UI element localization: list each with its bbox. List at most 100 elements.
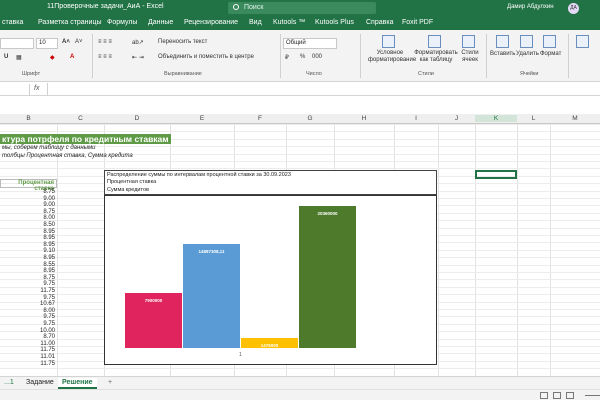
underline-icon[interactable]: U xyxy=(4,54,8,60)
delete-button[interactable]: Удалить xyxy=(516,51,539,57)
conditional-format-button[interactable]: Условное форматирование xyxy=(368,50,416,64)
cell-styles-icon[interactable] xyxy=(462,35,475,48)
menu-data[interactable]: Данные xyxy=(148,19,173,26)
rate-value-cell[interactable]: 8.75 xyxy=(0,209,55,215)
format-table-button[interactable]: Форматировать как таблицу xyxy=(414,50,458,64)
conditional-format-icon[interactable] xyxy=(382,35,395,48)
thousands-button[interactable]: 000 xyxy=(312,54,322,60)
col-header[interactable]: H xyxy=(334,115,394,122)
indent-icon[interactable]: ⇤ ⇥ xyxy=(132,54,144,61)
rate-value-cell[interactable]: 9.00 xyxy=(0,196,55,202)
rate-value-cell[interactable]: 8.95 xyxy=(0,242,55,248)
align-left-icon[interactable]: ≡ ≡ ≡ xyxy=(98,54,112,60)
rate-value-cell[interactable]: 9.75 xyxy=(0,321,55,327)
tab-previous[interactable]: ...1 xyxy=(0,378,18,389)
table-cell-5[interactable]: Более 12% 0 xyxy=(394,179,437,195)
table-row-label[interactable]: Сумма кредитов xyxy=(107,187,149,193)
menu-review[interactable]: Рецензирование xyxy=(184,19,238,26)
fill-color-icon[interactable]: ◆ xyxy=(50,54,55,61)
sort-filter-icon[interactable] xyxy=(576,35,589,48)
rate-value-cell[interactable]: 11.75 xyxy=(0,361,55,367)
font-color-icon[interactable]: A xyxy=(70,54,74,60)
font-size-box[interactable]: 10 xyxy=(36,38,58,49)
rate-value-cell[interactable]: 11.00 xyxy=(0,341,55,347)
col-header[interactable]: K xyxy=(475,115,517,122)
align-top-icon[interactable]: ≡ ≡ ≡ xyxy=(98,39,112,45)
rate-value-cell[interactable]: 8.95 xyxy=(0,255,55,261)
col-header[interactable]: G xyxy=(286,115,334,122)
merge-center-button[interactable]: Объединить и поместить в центре xyxy=(158,54,254,60)
bar-chart[interactable]: 7900000 14887308,11 1476000 20360000 1 xyxy=(104,195,437,365)
menu-kutools[interactable]: Kutools ™ xyxy=(273,19,305,26)
rate-value-cell[interactable]: 10.67 xyxy=(0,301,55,307)
grow-font-icon[interactable]: A˄ xyxy=(62,39,70,45)
table-cell-4[interactable]: От 10% до 12% 20360000 xyxy=(334,179,394,195)
normal-view-icon[interactable] xyxy=(540,392,548,399)
chart-bar[interactable] xyxy=(183,244,240,348)
format-cells-icon[interactable] xyxy=(543,35,556,48)
avatar[interactable]: ДА xyxy=(568,3,579,14)
rate-value-cell[interactable]: 8.00 xyxy=(0,215,55,221)
insert-cells-icon[interactable] xyxy=(496,35,509,48)
table-row-label[interactable]: Процентная ставка xyxy=(107,179,156,185)
name-box[interactable] xyxy=(0,84,30,95)
rate-value-cell[interactable]: 8.50 xyxy=(0,222,55,228)
rate-value-cell[interactable]: 8.95 xyxy=(0,229,55,235)
zoom-slider[interactable] xyxy=(585,395,600,396)
menu-formulas[interactable]: Формулы xyxy=(107,19,137,26)
rate-value-cell[interactable]: 10.00 xyxy=(0,328,55,334)
sheet-title[interactable]: ктура потрфеля по кредитным ставкам xyxy=(0,134,171,144)
page-break-view-icon[interactable] xyxy=(566,392,574,399)
table-cell-1[interactable]: Менее 8,5% 7900000 xyxy=(169,179,234,195)
user-name[interactable]: Дамир Абдулхин xyxy=(507,4,554,10)
currency-icon[interactable]: ₽ xyxy=(285,54,289,61)
tab-zadanie[interactable]: Задание xyxy=(22,378,58,389)
rate-value-cell[interactable]: 9.75 xyxy=(0,281,55,287)
selected-cell[interactable] xyxy=(475,170,517,179)
col-header[interactable]: D xyxy=(104,115,170,122)
fx-icon[interactable]: fx xyxy=(34,85,39,92)
format-table-icon[interactable] xyxy=(428,35,441,48)
col-header[interactable]: F xyxy=(234,115,286,122)
rate-value-cell[interactable]: 9.75 xyxy=(0,295,55,301)
rate-value-cell[interactable]: 8.95 xyxy=(0,268,55,274)
insert-button[interactable]: Вставить xyxy=(490,51,515,57)
percent-button[interactable]: % xyxy=(300,54,305,60)
col-header[interactable]: L xyxy=(517,115,550,122)
wrap-text-button[interactable]: Переносить текст xyxy=(158,39,207,45)
rate-value-cell[interactable]: 8.75 xyxy=(0,275,55,281)
delete-cells-icon[interactable] xyxy=(520,35,533,48)
shrink-font-icon[interactable]: A˅ xyxy=(75,39,83,45)
rate-value-cell[interactable]: 8.75 xyxy=(0,189,55,195)
menu-foxit[interactable]: Foxit PDF xyxy=(402,19,433,26)
tab-reshenie[interactable]: Решение xyxy=(58,378,97,389)
menu-help[interactable]: Справка xyxy=(366,19,393,26)
rate-value-cell[interactable]: 11.01 xyxy=(0,354,55,360)
menu-view[interactable]: Вид xyxy=(249,19,262,26)
page-layout-view-icon[interactable] xyxy=(553,392,561,399)
orientation-icon[interactable]: ab↗ xyxy=(132,39,144,46)
note-line-1[interactable]: мы, соберем таблицу с данными xyxy=(2,145,95,151)
table-cell-3[interactable]: От 9% до 10% 1476000 xyxy=(286,179,334,195)
font-name-box[interactable] xyxy=(0,38,34,49)
table-cell-2[interactable]: От 8,5% до 9% 14887308,11 xyxy=(234,179,286,195)
rate-value-cell[interactable]: 8.70 xyxy=(0,334,55,340)
rate-value-cell[interactable]: 8.55 xyxy=(0,262,55,268)
menu-page-layout[interactable]: Разметка страницы xyxy=(38,19,102,26)
col-header[interactable]: J xyxy=(438,115,475,122)
rate-column-header[interactable]: Процентная ставка xyxy=(0,179,57,192)
rate-value-cell[interactable]: 9.00 xyxy=(0,202,55,208)
format-button[interactable]: Формат xyxy=(540,51,561,57)
col-header[interactable]: C xyxy=(57,115,104,122)
col-header[interactable]: B xyxy=(0,115,57,122)
col-header[interactable]: I xyxy=(394,115,438,122)
col-header[interactable]: M xyxy=(550,115,600,122)
col-header[interactable]: E xyxy=(170,115,234,122)
rate-value-cell[interactable]: 11.75 xyxy=(0,288,55,294)
note-line-2[interactable]: толбцы Процентная ставка, Сумма кредита xyxy=(2,153,133,159)
rate-value-cell[interactable]: 8.00 xyxy=(0,308,55,314)
number-format-dropdown[interactable]: Общий xyxy=(283,38,337,49)
chart-bar[interactable] xyxy=(299,206,356,348)
rate-value-cell[interactable]: 11.75 xyxy=(0,347,55,353)
search-box[interactable]: Поиск xyxy=(228,2,376,14)
